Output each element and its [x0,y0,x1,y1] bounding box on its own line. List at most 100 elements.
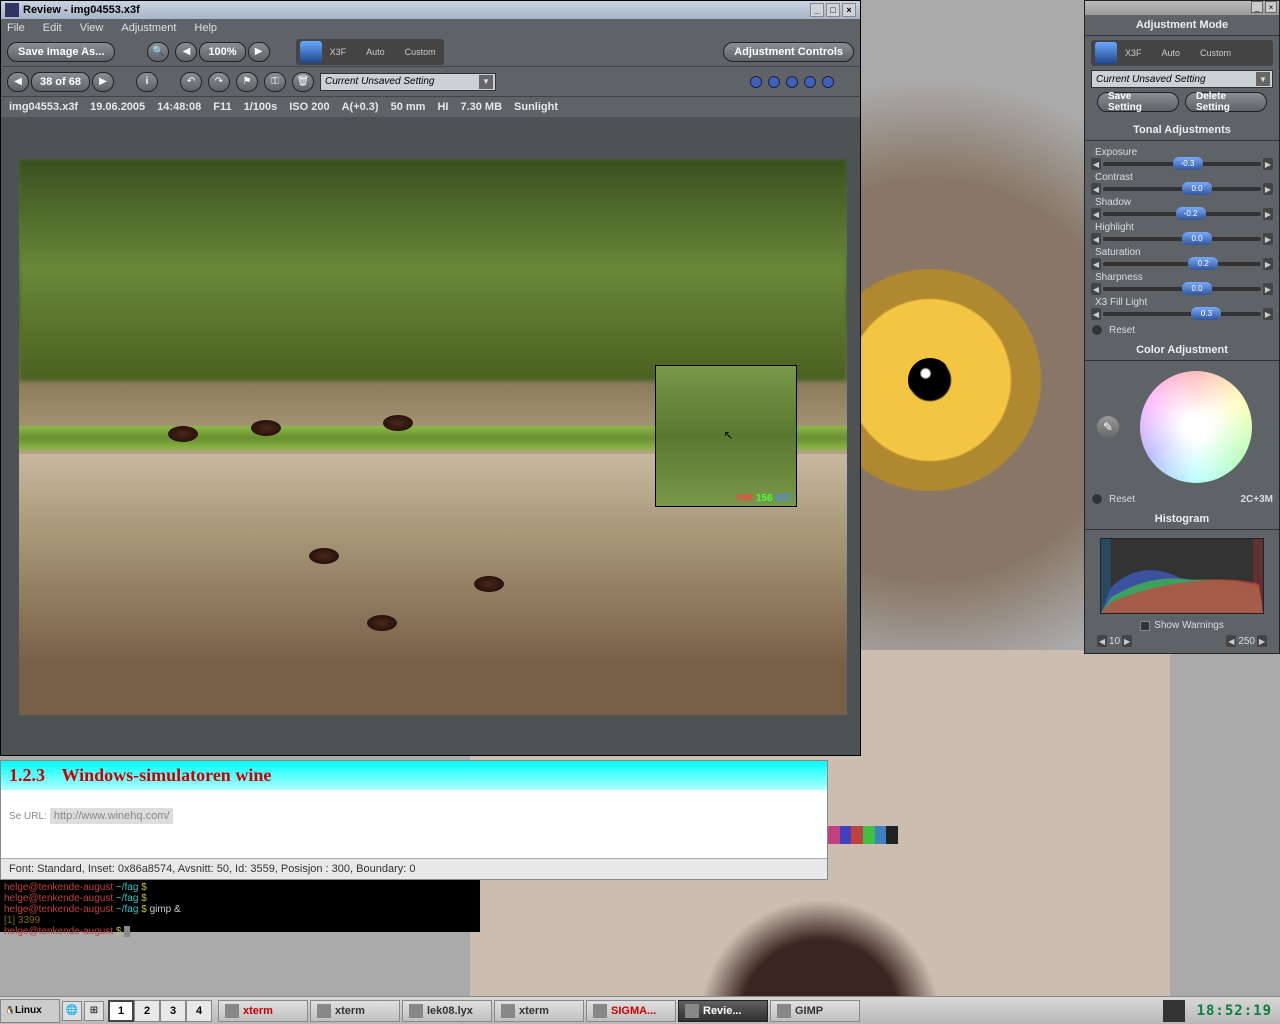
review-window: Review - img04553.x3f _ □ × File Edit Vi… [0,0,861,756]
titlebar[interactable]: Review - img04553.x3f _ □ × [1,1,860,19]
slider-inc[interactable]: ▶ [1263,208,1273,220]
setting-dropdown[interactable]: Current Unsaved Setting [320,73,496,91]
save-setting-button[interactable]: Save Setting [1097,92,1179,112]
slider-bar[interactable]: 0.0 [1103,287,1261,291]
toolbar-top: Save Image As... 🔍 ◀ 100% ▶ X3F Auto Cus… [1,37,860,67]
systray-icon[interactable] [1163,1000,1185,1022]
save-image-as-button[interactable]: Save Image As... [7,42,115,62]
slider-bar[interactable]: 0.0 [1103,187,1261,191]
magnifier-icon[interactable]: 🔍 [147,42,169,62]
slider-inc[interactable]: ▶ [1263,258,1273,270]
slider-bar[interactable]: -0.3 [1103,162,1261,166]
close-button[interactable]: × [842,3,856,17]
slider-inc[interactable]: ▶ [1263,158,1273,170]
hist-hi-inc[interactable]: ▶ [1257,635,1267,647]
hist-lo-inc[interactable]: ▶ [1122,635,1132,647]
desktop-1[interactable]: 1 [108,1000,134,1022]
photo: ↖ 098 156 037 [19,159,847,715]
slider-dec[interactable]: ◀ [1091,183,1101,195]
slider-thumb[interactable]: -0.3 [1173,157,1203,170]
rotate-cw-button[interactable]: ↷ [208,72,230,92]
taskbar-task[interactable]: GIMP [770,1000,860,1022]
color-dot[interactable] [768,76,780,88]
panel-setting-dropdown[interactable]: Current Unsaved Setting [1091,70,1273,88]
minimize-button[interactable]: _ [810,3,824,17]
slider-bar[interactable]: 0.2 [1103,262,1261,266]
xterm-terminal[interactable]: helge@tenkende-august ~/fag $ helge@tenk… [0,880,480,932]
color-dot[interactable] [804,76,816,88]
color-wheel[interactable] [1140,371,1252,483]
hist-lo-dec[interactable]: ◀ [1097,635,1107,647]
desktop-2[interactable]: 2 [134,1000,160,1022]
image-viewport[interactable]: ↖ 098 156 037 [19,159,847,715]
eyedropper-button[interactable]: ✎ [1097,416,1119,438]
slider-inc[interactable]: ▶ [1263,233,1273,245]
slider-bar[interactable]: 0.0 [1103,237,1261,241]
adjustment-controls-button[interactable]: Adjustment Controls [723,42,854,62]
slider-thumb[interactable]: 0.0 [1182,182,1212,195]
rotate-ccw-button[interactable]: ↶ [180,72,202,92]
zoom-in-button[interactable]: ▶ [248,42,270,62]
desktop-3[interactable]: 3 [160,1000,186,1022]
slider-thumb[interactable]: 0.2 [1188,257,1218,270]
flag-button[interactable]: ⚑ [236,72,258,92]
adjustment-mode-selector[interactable]: X3F Auto Custom [296,39,444,65]
delete-setting-button[interactable]: Delete Setting [1185,92,1267,112]
nav-next-button[interactable]: ▶ [92,72,114,92]
slider-thumb[interactable]: -0.2 [1176,207,1206,220]
adjustment-panel: _ × Adjustment Mode X3F Auto Custom Curr… [1084,0,1280,654]
url-field[interactable]: http://www.winehq.com/ [50,808,174,824]
panel-minimize-icon[interactable]: _ [1251,1,1263,13]
panel-mode-selector[interactable]: X3F Auto Custom [1091,40,1273,66]
slider-dec[interactable]: ◀ [1091,283,1101,295]
tonal-reset-button[interactable] [1091,324,1103,336]
slider-inc[interactable]: ▶ [1263,183,1273,195]
color-reset-button[interactable] [1091,493,1103,505]
slider-thumb[interactable]: 0.0 [1182,232,1212,245]
slider-inc[interactable]: ▶ [1263,308,1273,320]
taskbar-task[interactable]: lek08.lyx [402,1000,492,1022]
panel-close-icon[interactable]: × [1265,1,1277,13]
magnifier-loupe[interactable]: ↖ 098 156 037 [655,365,797,507]
menu-help[interactable]: Help [194,22,217,34]
slider-dec[interactable]: ◀ [1091,258,1101,270]
lock-button[interactable]: ⚿ [264,72,286,92]
desktop-4[interactable]: 4 [186,1000,212,1022]
slider-inc[interactable]: ▶ [1263,283,1273,295]
slider-dec[interactable]: ◀ [1091,208,1101,220]
color-dot[interactable] [750,76,762,88]
delete-button[interactable]: 🗑 [292,72,314,92]
show-warnings-checkbox[interactable] [1140,621,1150,631]
zoom-out-button[interactable]: ◀ [175,42,197,62]
taskbar-task[interactable]: Revie... [678,1000,768,1022]
slider-thumb[interactable]: 0.3 [1191,307,1221,320]
menu-file[interactable]: File [7,22,25,34]
taskbar-task[interactable]: SIGMA... [586,1000,676,1022]
menu-adjustment[interactable]: Adjustment [121,22,176,34]
slider-dec[interactable]: ◀ [1091,233,1101,245]
color-dot[interactable] [822,76,834,88]
slider-dec[interactable]: ◀ [1091,158,1101,170]
slider-thumb[interactable]: 0.0 [1182,282,1212,295]
menu-edit[interactable]: Edit [43,22,62,34]
hist-hi-dec[interactable]: ◀ [1226,635,1236,647]
taskbar-task[interactable]: xterm [494,1000,584,1022]
slider-bar[interactable]: 0.3 [1103,312,1261,316]
menu-view[interactable]: View [80,22,104,34]
taskbar-task[interactable]: xterm [310,1000,400,1022]
slider-dec[interactable]: ◀ [1091,308,1101,320]
maximize-button[interactable]: □ [826,3,840,17]
panel-titlebar[interactable]: _ × [1085,1,1279,15]
start-button[interactable]: 🐧Linux [0,999,60,1023]
nav-prev-button[interactable]: ◀ [7,72,29,92]
x3f-mode-icon[interactable] [1095,42,1117,64]
slider-bar[interactable]: -0.2 [1103,212,1261,216]
tray-icon[interactable]: ⊞ [84,1001,104,1021]
menubar: File Edit View Adjustment Help [1,19,860,37]
color-dot[interactable] [786,76,798,88]
tray-icon[interactable]: 🌐 [62,1001,82,1021]
taskbar-task[interactable]: xterm [218,1000,308,1022]
info-button[interactable]: i [136,72,158,92]
x3f-mode-icon[interactable] [300,41,322,63]
lyx-editor-window[interactable]: 1.2.3 Windows-simulatoren wine Se URL: h… [0,760,828,880]
